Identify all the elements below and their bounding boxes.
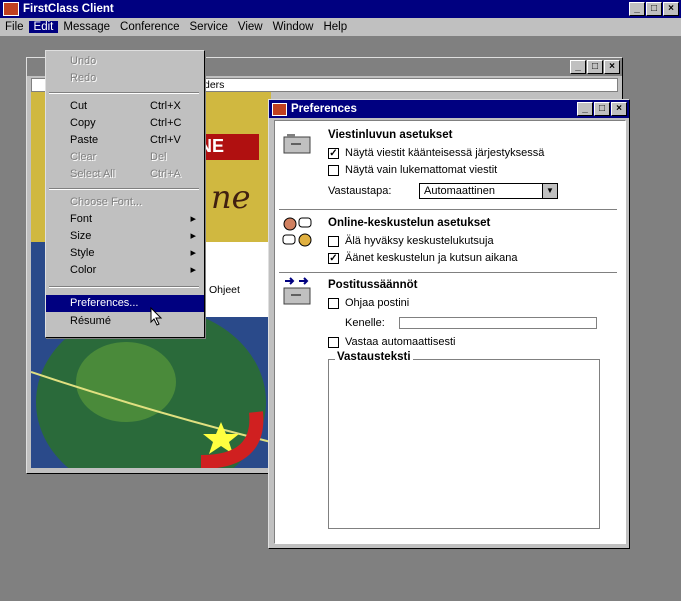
- close-button[interactable]: ×: [663, 2, 679, 16]
- section-divider: [279, 209, 617, 210]
- menu-item-paste[interactable]: Paste Ctrl+V: [46, 132, 204, 149]
- app-title: FirstClass Client: [23, 3, 114, 15]
- mouse-cursor-icon: [150, 307, 163, 326]
- envelope-icon: [283, 134, 311, 154]
- mail-forward-icon: [283, 277, 311, 305]
- checkbox-reverse-order[interactable]: ✓ Näytä viestit käänteisessä järjestykses…: [328, 147, 544, 159]
- reply-mode-label: Vastaustapa:: [328, 185, 392, 197]
- menu-item-cut[interactable]: Cut Ctrl+X: [46, 98, 204, 115]
- menu-service[interactable]: Service: [185, 21, 233, 33]
- menu-help[interactable]: Help: [318, 21, 352, 33]
- section-reading-title: Viestinluvun asetukset: [328, 129, 453, 141]
- maximize-button[interactable]: □: [646, 2, 662, 16]
- reply-text-group[interactable]: [328, 359, 600, 529]
- folder-minimize-button[interactable]: _: [570, 60, 586, 74]
- checkbox-unchecked[interactable]: [328, 164, 339, 176]
- menu-message[interactable]: Message: [58, 21, 115, 33]
- section-divider: [279, 272, 617, 273]
- menu-item-redo: Redo: [70, 72, 97, 84]
- preferences-title: Preferences: [291, 103, 357, 115]
- reply-mode-select[interactable]: Automaattinen ▼: [419, 183, 558, 199]
- menu-item-style[interactable]: Style ▸: [46, 245, 204, 262]
- checkbox-checked[interactable]: ✓: [328, 252, 339, 264]
- checkbox-unchecked[interactable]: [328, 235, 339, 247]
- checkbox-unchecked[interactable]: [328, 297, 339, 309]
- chevron-down-icon[interactable]: ▼: [542, 184, 557, 198]
- forward-to-input[interactable]: [399, 317, 597, 329]
- menu-item-copy[interactable]: Copy Ctrl+C: [46, 115, 204, 132]
- checkbox-forward-mail[interactable]: Ohjaa postini: [328, 297, 409, 309]
- prefs-close-button[interactable]: ×: [611, 102, 627, 116]
- menu-item-select-all: Select All Ctrl+A: [70, 168, 181, 180]
- main-titlebar[interactable]: FirstClass Client _ □ ×: [0, 0, 681, 18]
- checkbox-unchecked[interactable]: [328, 336, 339, 348]
- folder-path-text: ders: [204, 79, 225, 91]
- forward-to-label: Kenelle:: [345, 317, 385, 329]
- menu-edit[interactable]: Edit: [28, 21, 59, 33]
- section-mail-rules-title: Postitussäännöt: [328, 279, 418, 291]
- ad-script: ne: [211, 178, 251, 216]
- prefs-maximize-button[interactable]: □: [594, 102, 610, 116]
- help-label[interactable]: Ohjeet: [209, 284, 240, 296]
- menu-file[interactable]: File: [0, 21, 29, 33]
- chat-people-icon: [282, 217, 312, 247]
- menu-view[interactable]: View: [233, 21, 268, 33]
- folder-close-button[interactable]: ×: [604, 60, 620, 74]
- menu-item-undo: Undo: [70, 55, 97, 67]
- app-icon: [3, 2, 19, 16]
- submenu-arrow-icon: ▸: [190, 213, 196, 225]
- preferences-titlebar[interactable]: Preferences _ □ ×: [269, 100, 629, 118]
- menu-item-font[interactable]: Font ▸: [46, 211, 204, 228]
- menu-item-color[interactable]: Color ▸: [46, 262, 204, 279]
- menu-item-resume[interactable]: Résumé: [46, 313, 204, 330]
- checkbox-auto-reply[interactable]: Vastaa automaattisesti: [328, 336, 455, 348]
- submenu-arrow-icon: ▸: [190, 264, 196, 276]
- menu-item-choose-font: Choose Font...: [70, 196, 143, 208]
- menu-item-size[interactable]: Size ▸: [46, 228, 204, 245]
- submenu-arrow-icon: ▸: [190, 230, 196, 242]
- preferences-body: Viestinluvun asetukset ✓ Näytä viestit kä…: [274, 120, 626, 544]
- checkbox-checked[interactable]: ✓: [328, 147, 339, 159]
- menu-window[interactable]: Window: [268, 21, 319, 33]
- menu-conference[interactable]: Conference: [115, 21, 184, 33]
- section-chat-title: Online-keskustelun asetukset: [328, 217, 491, 229]
- preferences-window: Preferences _ □ × Viestinluvun asetukset…: [268, 99, 630, 549]
- menu-separator: [49, 92, 199, 94]
- edit-menu: Undo Redo Cut Ctrl+X Copy Ctrl+C Paste Ctrl…: [45, 50, 205, 338]
- checkbox-unread-only[interactable]: Näytä vain lukemattomat viestit: [328, 164, 497, 176]
- menu-separator: [49, 188, 199, 190]
- menu-separator: [49, 286, 199, 288]
- menu-item-preferences[interactable]: Preferences...: [46, 295, 204, 312]
- checkbox-reject-chat[interactable]: Älä hyväksy keskustelukutsuja: [328, 235, 494, 247]
- submenu-arrow-icon: ▸: [190, 247, 196, 259]
- checkbox-chat-sounds[interactable]: ✓ Äänet keskustelun ja kutsun aikana: [328, 252, 517, 264]
- preferences-app-icon: [272, 102, 287, 116]
- menu-item-clear: Clear Del: [70, 151, 167, 163]
- prefs-minimize-button[interactable]: _: [577, 102, 593, 116]
- reply-text-label: Vastausteksti: [335, 351, 413, 363]
- folder-maximize-button[interactable]: □: [587, 60, 603, 74]
- menubar: File Edit Message Conference Service Vie…: [0, 18, 681, 36]
- minimize-button[interactable]: _: [629, 2, 645, 16]
